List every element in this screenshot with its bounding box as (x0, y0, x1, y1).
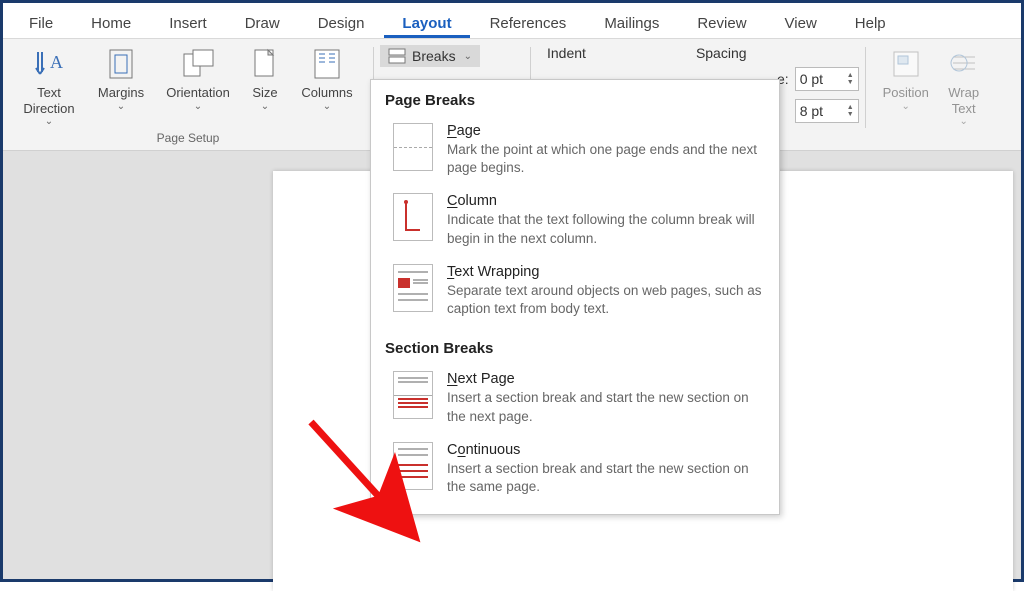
next-page-break-icon (393, 371, 433, 419)
chevron-down-icon: ⌄ (194, 101, 202, 113)
tab-insert[interactable]: Insert (151, 9, 225, 38)
tab-mailings[interactable]: Mailings (586, 9, 677, 38)
group-label-page-setup: Page Setup (157, 131, 220, 147)
text-direction-button[interactable]: A Text Direction ⌄ (13, 43, 85, 130)
size-icon (248, 47, 282, 81)
breaks-icon (388, 48, 406, 64)
orientation-button[interactable]: Orientation ⌄ (157, 43, 239, 115)
wrap-text-button[interactable]: Wrap Text ⌄ (936, 43, 992, 130)
break-item-column[interactable]: Column Indicate that the text following … (371, 187, 779, 257)
break-item-text-wrapping-desc: Separate text around objects on web page… (447, 282, 765, 318)
orientation-label: Orientation (166, 85, 230, 101)
tab-view[interactable]: View (767, 9, 835, 38)
breaks-label: Breaks (412, 48, 456, 64)
position-label: Position (883, 85, 929, 101)
tab-file[interactable]: File (11, 9, 71, 38)
tab-layout[interactable]: Layout (384, 9, 469, 38)
group-arrange: Position ⌄ Wrap Text ⌄ (872, 43, 996, 147)
text-wrapping-break-icon (393, 264, 433, 312)
separator (865, 47, 866, 128)
indent-label: Indent (547, 45, 586, 61)
tab-references[interactable]: References (472, 9, 585, 38)
tab-review[interactable]: Review (679, 9, 764, 38)
breaks-dropdown: Page Breaks Page Mark the point at which… (370, 79, 780, 515)
break-item-next-page[interactable]: Next Page Insert a section break and sta… (371, 365, 779, 435)
spacing-controls: e: 0 pt ▲▼ e: 8 pt ▲▼ (777, 43, 859, 146)
chevron-down-icon: ⌄ (117, 101, 125, 113)
break-item-text-wrapping[interactable]: Text Wrapping Separate text around objec… (371, 258, 779, 328)
breaks-button[interactable]: Breaks ⌄ (380, 45, 480, 67)
chevron-down-icon: ⌄ (45, 116, 53, 128)
svg-text:A: A (50, 52, 63, 72)
continuous-break-icon (393, 442, 433, 490)
chevron-down-icon: ⌄ (464, 51, 472, 62)
break-item-page-desc: Mark the point at which one page ends an… (447, 141, 765, 177)
text-direction-icon: A (32, 47, 66, 81)
spacing-before-input[interactable]: 0 pt ▲▼ (795, 67, 859, 91)
text-direction-label: Text Direction (19, 85, 79, 116)
columns-button[interactable]: Columns ⌄ (291, 43, 363, 115)
wrap-text-label: Wrap Text (942, 85, 986, 116)
breaks-group-section: Section Breaks (371, 328, 779, 365)
break-item-continuous-desc: Insert a section break and start the new… (447, 460, 765, 496)
spacing-after-value: 8 pt (800, 103, 823, 119)
size-button[interactable]: Size ⌄ (239, 43, 291, 115)
spacing-before-value: 0 pt (800, 71, 823, 87)
break-item-next-page-desc: Insert a section break and start the new… (447, 389, 765, 425)
break-item-column-desc: Indicate that the text following the col… (447, 211, 765, 247)
spacing-after-input[interactable]: 8 pt ▲▼ (795, 99, 859, 123)
chevron-down-icon: ⌄ (959, 116, 967, 128)
menubar: File Home Insert Draw Design Layout Refe… (3, 3, 1021, 39)
spinner-arrows-icon: ▲▼ (847, 72, 854, 86)
margins-label: Margins (98, 85, 144, 101)
tab-draw[interactable]: Draw (227, 9, 298, 38)
size-label: Size (252, 85, 277, 101)
margins-icon (104, 47, 138, 81)
position-icon (889, 47, 923, 81)
spacing-label: Spacing (696, 45, 747, 61)
columns-label: Columns (301, 85, 352, 101)
position-button[interactable]: Position ⌄ (876, 43, 936, 115)
wrap-text-icon (947, 47, 981, 81)
page-break-icon (393, 123, 433, 171)
tab-design[interactable]: Design (300, 9, 383, 38)
tab-home[interactable]: Home (73, 9, 149, 38)
break-item-page[interactable]: Page Mark the point at which one page en… (371, 117, 779, 187)
chevron-down-icon: ⌄ (261, 101, 269, 113)
spinner-arrows-icon: ▲▼ (847, 104, 854, 118)
tab-help[interactable]: Help (837, 9, 904, 38)
chevron-down-icon: ⌄ (901, 101, 909, 113)
margins-button[interactable]: Margins ⌄ (85, 43, 157, 115)
chevron-down-icon: ⌄ (323, 101, 331, 113)
column-break-icon (393, 193, 433, 241)
group-page-setup: A Text Direction ⌄ Margins ⌄ Orientation… (9, 43, 367, 147)
columns-icon (310, 47, 344, 81)
orientation-icon (181, 47, 215, 81)
break-item-continuous[interactable]: Continuous Insert a section break and st… (371, 436, 779, 506)
breaks-group-page: Page Breaks (371, 80, 779, 117)
